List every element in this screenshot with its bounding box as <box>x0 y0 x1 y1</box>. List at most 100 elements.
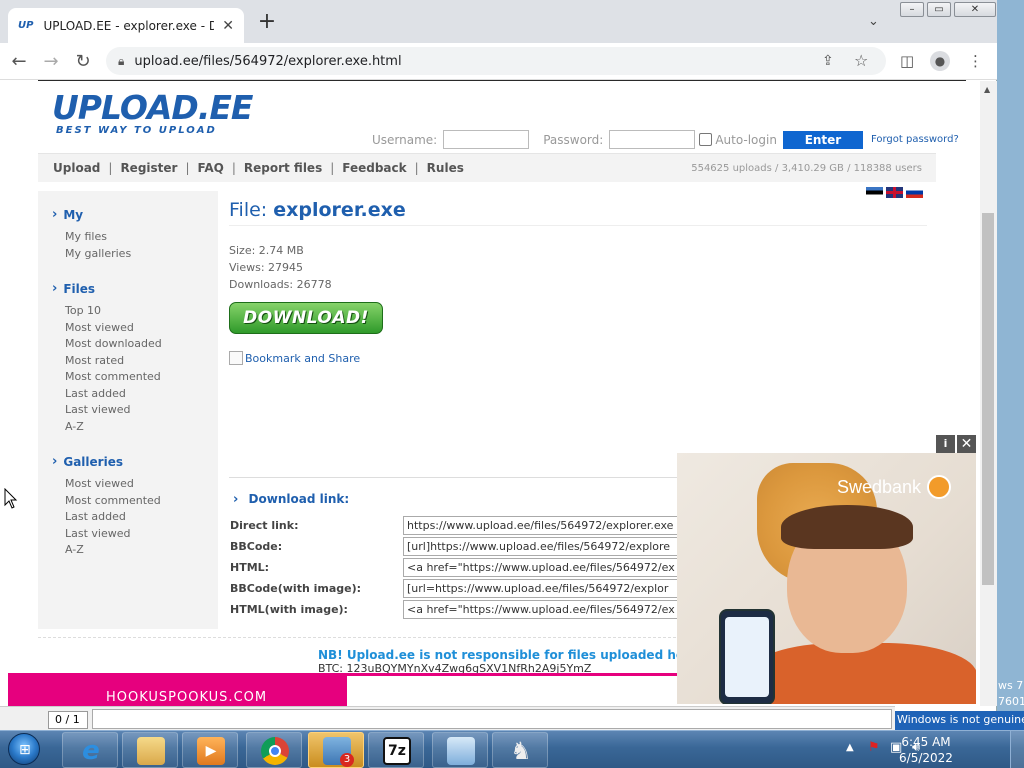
scroll-up-arrow-icon[interactable]: ▲ <box>984 85 990 94</box>
taskbar-explorer[interactable] <box>122 732 178 768</box>
taskbar-media-player[interactable]: ▶ <box>182 732 238 768</box>
clock-time: 6:45 AM <box>901 735 951 749</box>
page-title: File: explorer.exe <box>229 199 927 226</box>
link-label: Direct link: <box>230 519 299 532</box>
sidebar-head-galleries[interactable]: › Galleries <box>52 454 161 469</box>
english-flag-icon[interactable] <box>886 187 903 198</box>
tab-upload-ee[interactable]: UP UPLOAD.EE - explorer.exe - Dow ✕ <box>8 8 244 43</box>
site-logo[interactable]: UPLOAD.EE BEST WAY TO UPLOAD <box>52 91 253 137</box>
taskbar-chrome[interactable] <box>246 732 302 768</box>
username-input[interactable] <box>443 130 530 149</box>
taskbar-active-app[interactable]: 3 <box>308 732 364 768</box>
sidebar-item-gallery-last-added[interactable]: Last added <box>65 509 161 526</box>
taskbar-ie[interactable]: e <box>62 732 118 768</box>
forgot-password-link[interactable]: Forgot password? <box>871 134 959 145</box>
reload-icon[interactable]: ↻ <box>72 51 94 72</box>
download-button[interactable]: DOWNLOAD! <box>229 302 383 334</box>
sidebar-item-gallery-a-z[interactable]: A-Z <box>65 542 161 559</box>
html-with-image-field[interactable]: <a href="https://www.upload.ee/files/564… <box>403 600 693 619</box>
sidebar-item-my-galleries[interactable]: My galleries <box>65 246 131 263</box>
russian-flag-icon[interactable] <box>906 187 923 198</box>
tray-expand-icon[interactable]: ▲ <box>846 742 854 753</box>
clock-date: 6/5/2022 <box>899 751 953 765</box>
bbcode-field[interactable]: [url]https://www.upload.ee/files/564972/… <box>403 537 693 556</box>
minimize-button[interactable]: – <box>900 2 924 17</box>
sidebar-files-section: › Files Top 10 Most viewed Most downloade… <box>52 281 162 435</box>
file-downloads: Downloads: 26778 <box>229 278 332 291</box>
tab-strip: UP UPLOAD.EE - explorer.exe - Dow ✕ + ⌄ … <box>0 0 997 43</box>
sidebar-item-top-10[interactable]: Top 10 <box>65 303 162 320</box>
sidebar-item-most-rated[interactable]: Most rated <box>65 353 162 370</box>
sidebar-item-gallery-most-commented[interactable]: Most commented <box>65 493 161 510</box>
auto-login-checkbox[interactable] <box>699 133 713 146</box>
media-player-icon: ▶ <box>197 737 225 765</box>
sidebar-item-a-z[interactable]: A-Z <box>65 419 162 436</box>
menu-faq[interactable]: FAQ <box>198 161 224 175</box>
start-button[interactable]: ⊞ <box>4 731 44 768</box>
upload-favicon-icon: UP <box>18 20 34 31</box>
sidebar-head-my[interactable]: › My <box>52 207 131 222</box>
html-field[interactable]: <a href="https://www.upload.ee/files/564… <box>403 558 693 577</box>
sidebar-item-most-downloaded[interactable]: Most downloaded <box>65 336 162 353</box>
chess-icon: ♞ <box>510 737 532 765</box>
sidebar-item-last-viewed[interactable]: Last viewed <box>65 402 162 419</box>
auto-login-label: Auto-login <box>715 132 777 147</box>
windows-watermark: ws 7 7601 <box>998 679 1024 708</box>
password-input[interactable] <box>609 130 696 149</box>
browser-menu-icon[interactable]: ⋮ <box>968 52 983 70</box>
find-count[interactable]: 0 / 1 o <box>48 711 88 742</box>
menu-upload[interactable]: Upload <box>53 161 100 175</box>
sidebar-item-gallery-last-viewed[interactable]: Last viewed <box>65 526 161 543</box>
taskbar-7zip[interactable]: 7z <box>368 732 424 768</box>
menu-register[interactable]: Register <box>120 161 177 175</box>
windows-orb-icon: ⊞ <box>8 733 40 765</box>
tab-close-icon[interactable]: ✕ <box>222 18 234 34</box>
maximize-button[interactable]: ▭ <box>927 2 951 17</box>
menu-feedback[interactable]: Feedback <box>342 161 406 175</box>
ad-phone-image <box>719 609 775 704</box>
taskbar-control-panel[interactable] <box>432 732 488 768</box>
sidebar-item-gallery-most-viewed[interactable]: Most viewed <box>65 476 161 493</box>
bookmark-share-link[interactable]: Bookmark and Share <box>229 351 929 365</box>
sidebar-head-files[interactable]: › Files <box>52 281 162 296</box>
menu-rules[interactable]: Rules <box>427 161 464 175</box>
menu-report-files[interactable]: Report files <box>244 161 322 175</box>
chevron-right-icon: › <box>233 492 239 507</box>
sidebar-item-most-viewed[interactable]: Most viewed <box>65 320 162 337</box>
pink-ad-banner[interactable]: HOOKUSPOOKUS.COM <box>8 676 347 706</box>
enter-button[interactable]: Enter <box>782 130 863 149</box>
clock[interactable]: 6:45 AM 6/5/2022 <box>878 734 974 766</box>
password-label: Password: <box>543 132 604 147</box>
page-scrollbar[interactable]: ▲ <box>980 81 997 706</box>
bookmark-star-icon[interactable]: ☆ <box>854 51 868 70</box>
ad-close-icon[interactable]: ✕ <box>957 435 976 453</box>
swedbank-ad[interactable]: Swedbank <box>677 453 976 704</box>
not-genuine-notice: Windows is not genuine <box>895 711 1024 730</box>
side-panel-icon[interactable]: ◫ <box>900 52 914 70</box>
file-details: File: explorer.exe Size: 2.74 MB Views: … <box>229 199 929 365</box>
back-arrow-icon[interactable]: ← <box>8 51 30 72</box>
link-label: BBCode: <box>230 540 283 553</box>
sidebar-item-most-commented[interactable]: Most commented <box>65 369 162 386</box>
new-tab-button[interactable]: + <box>256 11 278 33</box>
show-desktop-button[interactable] <box>1010 731 1024 768</box>
sidebar-item-last-added[interactable]: Last added <box>65 386 162 403</box>
scrollbar-thumb[interactable] <box>982 213 994 585</box>
forward-arrow-icon[interactable]: → <box>40 51 62 72</box>
tab-search-chevron-icon[interactable]: ⌄ <box>868 14 879 29</box>
share-icon[interactable]: ⇪ <box>822 53 834 69</box>
profile-avatar-icon[interactable]: ● <box>930 51 950 71</box>
direct-link-field[interactable]: https://www.upload.ee/files/564972/explo… <box>403 516 693 535</box>
file-size: Size: 2.74 MB <box>229 244 304 257</box>
sidebar-item-my-files[interactable]: My files <box>65 229 131 246</box>
bbcode-with-image-field[interactable]: [url=https://www.upload.ee/files/564972/… <box>403 579 693 598</box>
address-bar[interactable]: 🔒︎ upload.ee/files/564972/explorer.exe.h… <box>106 47 886 75</box>
login-form: Username: Password: Auto-login Enter For… <box>372 130 959 149</box>
ad-info-icon[interactable]: i <box>936 435 955 453</box>
close-window-button[interactable]: ✕ <box>954 2 996 17</box>
estonian-flag-icon[interactable] <box>866 187 883 198</box>
find-input[interactable] <box>92 709 892 729</box>
taskbar-chess[interactable]: ♞ <box>492 732 548 768</box>
sidebar-galleries-section: › Galleries Most viewed Most commented La… <box>52 454 161 559</box>
control-panel-icon <box>447 737 475 765</box>
